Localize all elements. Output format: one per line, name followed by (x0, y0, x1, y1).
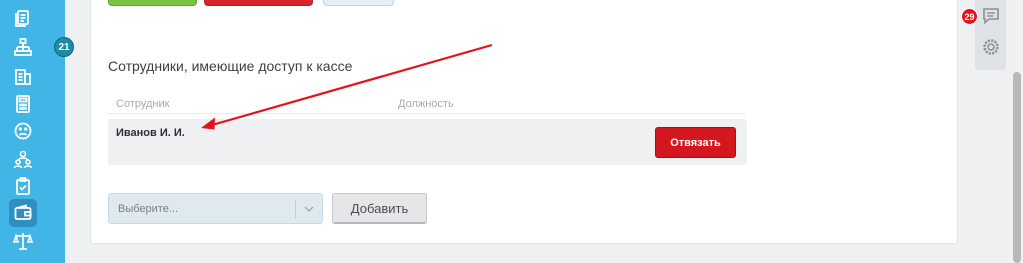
building-icon[interactable] (10, 65, 36, 87)
notification-badge: 29 (961, 8, 978, 25)
sidebar-badge: 21 (54, 37, 74, 57)
documents-icon[interactable] (10, 7, 36, 29)
cashbox-access-card: Сотрудники, имеющие доступ к кассе Сотру… (90, 0, 958, 244)
top-gray-button[interactable] (323, 0, 394, 6)
section-title: Сотрудники, имеющие доступ к кассе (108, 58, 353, 74)
scroll-thumb[interactable] (1013, 72, 1021, 263)
calculator-icon[interactable] (10, 93, 36, 115)
chevron-down-icon[interactable] (303, 203, 315, 215)
scales-icon[interactable] (10, 230, 36, 252)
chat-icon[interactable] (981, 6, 1001, 26)
scrollbar[interactable] (1011, 0, 1023, 263)
right-tool-panel (975, 0, 1006, 70)
sad-face-icon[interactable] (10, 120, 36, 142)
add-button[interactable]: Добавить (332, 193, 427, 224)
employee-select-placeholder: Выберите... (118, 203, 179, 215)
employee-name: Иванов И. И. (116, 127, 185, 139)
employee-select[interactable]: Выберите... (108, 193, 323, 224)
left-sidebar: 21 (0, 0, 74, 263)
users-icon[interactable] (10, 148, 36, 170)
clipboard-check-icon[interactable] (10, 175, 36, 197)
top-red-button[interactable] (204, 0, 313, 6)
select-separator (295, 200, 296, 219)
wallet-icon[interactable] (9, 199, 37, 227)
table-row: Иванов И. И. Отвязать (108, 119, 747, 165)
column-header-position: Должность (398, 98, 454, 110)
unbind-button[interactable]: Отвязать (655, 127, 736, 158)
settings-icon[interactable] (981, 37, 1001, 57)
top-green-button[interactable] (108, 0, 197, 6)
table-header-divider (108, 113, 746, 114)
column-header-employee: Сотрудник (116, 98, 170, 110)
hierarchy-icon[interactable] (10, 36, 36, 58)
